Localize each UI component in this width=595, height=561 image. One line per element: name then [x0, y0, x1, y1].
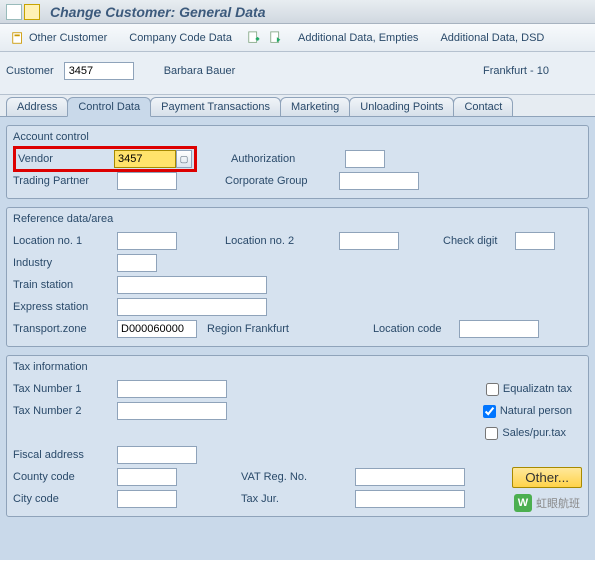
selection-bar: Customer Barbara Bauer Frankfurt - 10	[0, 52, 595, 95]
group-tax: Tax information Tax Number 1 Equalizatn …	[6, 355, 589, 517]
train-station-input[interactable]	[117, 276, 267, 294]
equalizatn-label: Equalizatn tax	[503, 383, 572, 395]
additional-empties-label: Additional Data, Empties	[298, 32, 418, 44]
check-digit-input[interactable]	[515, 232, 555, 250]
express-station-input[interactable]	[117, 298, 267, 316]
tab-address[interactable]: Address	[6, 97, 68, 116]
menu-icon[interactable]	[6, 4, 22, 20]
fiscal-address-label: Fiscal address	[13, 449, 113, 461]
tax1-input[interactable]	[117, 380, 227, 398]
county-code-input[interactable]	[117, 468, 177, 486]
loc2-input[interactable]	[339, 232, 399, 250]
page-title: Change Customer: General Data	[50, 4, 266, 20]
taxjur-input[interactable]	[355, 490, 465, 508]
group-title-reference: Reference data/area	[13, 212, 582, 226]
city-code-input[interactable]	[117, 490, 177, 508]
doc-plus-icon[interactable]	[247, 31, 261, 45]
other-button[interactable]: Other...	[512, 467, 582, 488]
tax1-label: Tax Number 1	[13, 383, 113, 395]
natural-person-checkbox[interactable]	[483, 405, 496, 418]
loc1-label: Location no. 1	[13, 235, 113, 247]
vat-input[interactable]	[355, 468, 465, 486]
additional-dsd-label: Additional Data, DSD	[440, 32, 544, 44]
customer-city: Frankfurt - 10	[483, 65, 549, 77]
tax2-label: Tax Number 2	[13, 405, 113, 417]
express-station-label: Express station	[13, 301, 113, 313]
corporate-group-label: Corporate Group	[225, 175, 335, 187]
tabstrip: Address Control Data Payment Transaction…	[0, 95, 595, 117]
fiscal-address-input[interactable]	[117, 446, 197, 464]
transport-zone-text: Region Frankfurt	[207, 323, 289, 335]
customer-input[interactable]	[64, 62, 134, 80]
company-code-button[interactable]: Company Code Data	[122, 29, 239, 47]
sales-pur-checkbox[interactable]	[485, 427, 498, 440]
group-account-control: Account control Vendor ▢ Authorization T…	[6, 125, 589, 199]
group-title-account: Account control	[13, 130, 582, 144]
vendor-label: Vendor	[18, 153, 114, 165]
transport-zone-input[interactable]	[117, 320, 197, 338]
tab-unloading[interactable]: Unloading Points	[349, 97, 454, 116]
app-icon	[24, 4, 40, 20]
customer-icon	[11, 31, 25, 45]
additional-dsd-button[interactable]: Additional Data, DSD	[433, 29, 551, 47]
loc1-input[interactable]	[117, 232, 177, 250]
city-code-label: City code	[13, 493, 113, 505]
natural-person-label: Natural person	[500, 405, 572, 417]
equalizatn-checkbox[interactable]	[486, 383, 499, 396]
application-toolbar: Other Customer Company Code Data Additio…	[0, 24, 595, 52]
authorization-input[interactable]	[345, 150, 385, 168]
other-customer-label: Other Customer	[29, 32, 107, 44]
transport-zone-label: Transport.zone	[13, 323, 113, 335]
train-station-label: Train station	[13, 279, 113, 291]
location-code-input[interactable]	[459, 320, 539, 338]
vendor-input[interactable]	[114, 150, 176, 168]
sales-pur-label: Sales/pur.tax	[502, 427, 566, 439]
customer-label: Customer	[6, 65, 54, 77]
tab-control-data[interactable]: Control Data	[67, 97, 151, 117]
trading-partner-label: Trading Partner	[13, 175, 113, 187]
main-area: Account control Vendor ▢ Authorization T…	[0, 117, 595, 560]
vat-label: VAT Reg. No.	[241, 471, 351, 483]
industry-label: Industry	[13, 257, 113, 269]
tab-payment[interactable]: Payment Transactions	[150, 97, 281, 116]
authorization-label: Authorization	[231, 153, 341, 165]
customer-name: Barbara Bauer	[164, 65, 236, 77]
tax2-input[interactable]	[117, 402, 227, 420]
industry-input[interactable]	[117, 254, 157, 272]
company-code-label: Company Code Data	[129, 32, 232, 44]
tab-contact[interactable]: Contact	[453, 97, 513, 116]
vendor-f4-icon[interactable]: ▢	[176, 150, 192, 168]
trading-partner-input[interactable]	[117, 172, 177, 190]
check-digit-label: Check digit	[443, 235, 497, 247]
corporate-group-input[interactable]	[339, 172, 419, 190]
additional-empties-button[interactable]: Additional Data, Empties	[291, 29, 425, 47]
group-title-tax: Tax information	[13, 360, 582, 374]
group-reference: Reference data/area Location no. 1 Locat…	[6, 207, 589, 347]
county-code-label: County code	[13, 471, 113, 483]
loc2-label: Location no. 2	[225, 235, 335, 247]
other-customer-button[interactable]: Other Customer	[4, 28, 114, 48]
window-titlebar: Change Customer: General Data	[0, 0, 595, 24]
doc-right-icon[interactable]	[269, 31, 283, 45]
taxjur-label: Tax Jur.	[241, 493, 351, 505]
tab-marketing[interactable]: Marketing	[280, 97, 350, 116]
location-code-label: Location code	[373, 323, 442, 335]
